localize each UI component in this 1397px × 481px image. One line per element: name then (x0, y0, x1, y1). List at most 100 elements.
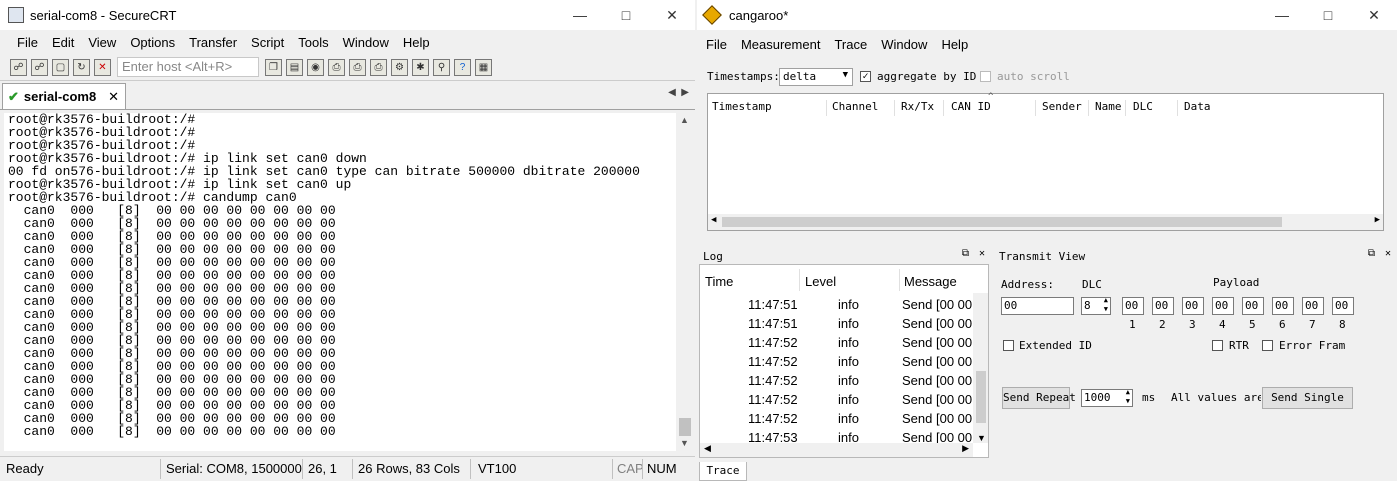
autoscroll-checkbox[interactable] (980, 71, 991, 82)
reconnect-icon[interactable]: ↻ (73, 58, 90, 76)
terminal-area[interactable]: root@rk3576-buildroot:/# root@rk3576-buil… (4, 113, 676, 451)
print-selection-icon[interactable]: ⎙ (349, 58, 366, 76)
disconnect-icon[interactable]: ✕ (94, 58, 111, 76)
menu-file[interactable]: File (699, 37, 734, 52)
paste-icon[interactable]: ▤ (286, 58, 303, 76)
col-data[interactable]: Data (1184, 100, 1244, 116)
scroll-left-icon[interactable]: ◀ (704, 443, 711, 454)
trace-hscrollbar[interactable]: ◀ ▶ (708, 214, 1383, 230)
maximize-icon[interactable]: □ (1305, 0, 1351, 30)
tab-scroll-arrows-icon[interactable]: ◀ ▶ (668, 87, 689, 98)
log-row[interactable]: 11:47:52 info Send [00 00 (700, 390, 972, 409)
terminal-scrollbar[interactable]: ▲ ▼ (677, 113, 693, 451)
log-row[interactable]: 11:47:52 info Send [00 00 (700, 409, 972, 428)
interval-spinbox[interactable]: 1000 ▲ ▼ (1081, 388, 1133, 407)
global-options-icon[interactable]: ✱ (412, 58, 429, 76)
connect-tab-icon[interactable]: ▢ (52, 58, 69, 76)
menu-tools[interactable]: Tools (291, 35, 335, 50)
scrollbar-thumb[interactable] (679, 418, 691, 436)
menu-view[interactable]: View (81, 35, 123, 50)
scroll-up-icon[interactable]: ▲ (680, 115, 689, 125)
payload-byte-input[interactable]: 00 (1122, 297, 1144, 315)
log-table[interactable]: Time Level Message 11:47:51 info Send [00 … (699, 264, 989, 458)
log-row[interactable]: 11:47:52 info Send [00 00 (700, 333, 972, 352)
print-icon[interactable]: ⎙ (328, 58, 345, 76)
close-icon[interactable]: ✕ (649, 0, 695, 30)
menu-window[interactable]: Window (336, 35, 396, 50)
log-col-message[interactable]: Message (904, 274, 957, 289)
menu-window[interactable]: Window (874, 37, 934, 52)
scrollbar-thumb[interactable] (722, 217, 1282, 227)
log-col-time[interactable]: Time (705, 274, 733, 289)
payload-byte-input[interactable]: 00 (1332, 297, 1354, 315)
menu-file[interactable]: File (10, 35, 45, 50)
scroll-left-icon[interactable]: ◀ (711, 215, 716, 225)
scroll-down-icon[interactable]: ▼ (680, 438, 689, 448)
aggregate-checkbox[interactable]: ✓ (860, 71, 871, 82)
quick-connect-icon[interactable]: ☍ (31, 58, 48, 76)
scrollbar-thumb[interactable] (976, 371, 986, 423)
tab-serial-com8[interactable]: ✔ serial-com8 ✕ (2, 83, 126, 109)
menu-edit[interactable]: Edit (45, 35, 81, 50)
col-rxtx[interactable]: Rx/Tx (901, 100, 944, 116)
scroll-right-icon[interactable]: ▶ (962, 443, 969, 454)
menu-help[interactable]: Help (396, 35, 437, 50)
rtr-checkbox[interactable] (1212, 340, 1223, 351)
payload-byte-input[interactable]: 00 (1272, 297, 1294, 315)
close-panel-icon[interactable]: ✕ (1385, 248, 1391, 259)
menu-script[interactable]: Script (244, 35, 291, 50)
menu-help[interactable]: Help (934, 37, 975, 52)
trace-table[interactable]: Timestamp Channel Rx/Tx CAN ID ^ Sender … (707, 92, 1384, 231)
close-panel-icon[interactable]: ✕ (979, 248, 985, 259)
send-single-button[interactable]: Send Single (1262, 387, 1353, 409)
menu-options[interactable]: Options (123, 35, 182, 50)
float-panel-icon[interactable]: ⧉ (1368, 248, 1375, 259)
address-input[interactable]: 00 (1001, 297, 1074, 315)
spin-arrows-icon[interactable]: ▲ ▼ (1126, 388, 1130, 406)
col-sender[interactable]: Sender (1042, 100, 1089, 116)
col-can-id[interactable]: CAN ID (951, 100, 1036, 116)
float-panel-icon[interactable]: ⧉ (962, 248, 969, 259)
log-row[interactable]: 11:47:52 info Send [00 00 (700, 352, 972, 371)
col-name[interactable]: Name (1095, 100, 1126, 116)
minimize-icon[interactable]: — (1259, 0, 1305, 30)
session-options-icon[interactable]: ⚙ (391, 58, 408, 76)
scroll-right-icon[interactable]: ▶ (1375, 215, 1380, 225)
log-hscrollbar[interactable]: ◀ ▶ (700, 443, 973, 457)
menu-trace[interactable]: Trace (827, 37, 874, 52)
copy-icon[interactable]: ❐ (265, 58, 282, 76)
menu-transfer[interactable]: Transfer (182, 35, 244, 50)
log-row[interactable]: 11:47:52 info Send [00 00 (700, 371, 972, 390)
close-tab-icon[interactable]: ✕ (108, 89, 119, 105)
find-icon[interactable]: ◉ (307, 58, 324, 76)
keymap-icon[interactable]: ⚲ (433, 58, 450, 76)
screen-icon[interactable]: ▦ (475, 58, 492, 76)
timestamps-select[interactable]: delta ▼ (779, 68, 853, 86)
log-row[interactable]: 11:47:51 info Send [00 00 (700, 314, 972, 333)
log-col-level[interactable]: Level (805, 274, 836, 289)
menu-measurement[interactable]: Measurement (734, 37, 827, 52)
col-dlc[interactable]: DLC (1133, 100, 1178, 116)
printer-icon[interactable]: ⎙ (370, 58, 387, 76)
extended-id-checkbox[interactable] (1003, 340, 1014, 351)
col-timestamp[interactable]: Timestamp (712, 100, 827, 116)
scroll-down-icon[interactable]: ▼ (977, 433, 986, 443)
error-frame-checkbox[interactable] (1262, 340, 1273, 351)
tab-trace[interactable]: Trace (699, 462, 747, 481)
maximize-icon[interactable]: □ (603, 0, 649, 30)
log-vscrollbar[interactable]: ▼ (973, 293, 988, 443)
payload-byte-input[interactable]: 00 (1242, 297, 1264, 315)
connect-icon[interactable]: ☍ (10, 58, 27, 76)
dlc-spinbox[interactable]: 8 ▲ ▼ (1081, 296, 1111, 315)
payload-byte-input[interactable]: 00 (1182, 297, 1204, 315)
spin-arrows-icon[interactable]: ▲ ▼ (1104, 296, 1108, 314)
payload-byte-input[interactable]: 00 (1302, 297, 1324, 315)
payload-byte-input[interactable]: 00 (1152, 297, 1174, 315)
col-channel[interactable]: Channel (832, 100, 895, 116)
payload-byte-input[interactable]: 00 (1212, 297, 1234, 315)
log-row[interactable]: 11:47:51 info Send [00 00 (700, 295, 972, 314)
host-input[interactable]: Enter host <Alt+R> (117, 57, 259, 77)
minimize-icon[interactable]: — (557, 0, 603, 30)
send-repeat-button[interactable]: Send Repeat (1002, 387, 1076, 409)
help-icon[interactable]: ? (454, 58, 471, 76)
